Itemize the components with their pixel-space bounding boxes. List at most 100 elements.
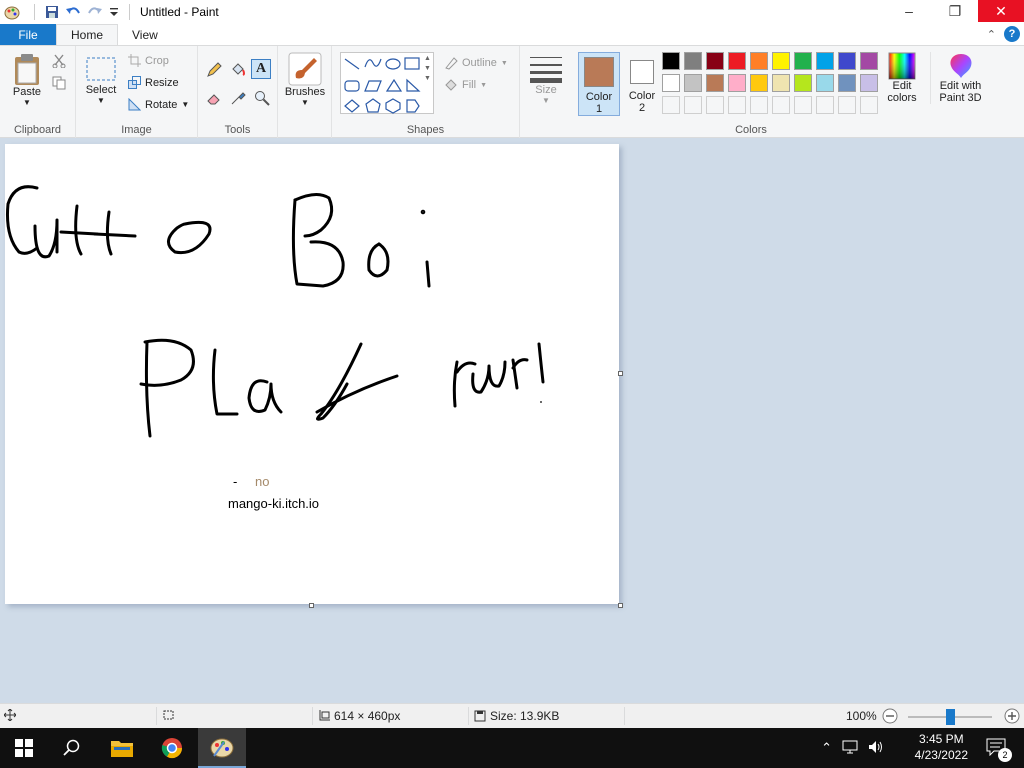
palette-custom-slot[interactable]: [750, 96, 768, 114]
palette-custom-slot[interactable]: [684, 96, 702, 114]
palette-color-swatch[interactable]: [794, 52, 812, 70]
fill-button[interactable]: Fill ▼: [444, 78, 487, 92]
canvas-dash-text: -: [233, 474, 238, 489]
brushes-button[interactable]: Brushes ▼: [284, 52, 326, 107]
palette-color-swatch[interactable]: [684, 52, 702, 70]
palette-color-swatch[interactable]: [838, 74, 856, 92]
search-icon: [63, 739, 80, 756]
zoom-in-button[interactable]: [1004, 708, 1020, 724]
fill-bucket-icon[interactable]: [230, 62, 246, 78]
show-hidden-icons[interactable]: ⌃: [821, 740, 832, 756]
network-icon[interactable]: [842, 740, 858, 754]
drawing-canvas[interactable]: - no mango-ki.itch.io: [5, 144, 619, 604]
palette-color-swatch[interactable]: [662, 52, 680, 70]
palette-color-swatch[interactable]: [684, 74, 702, 92]
pencil-icon[interactable]: [206, 62, 222, 78]
paint-app-icon[interactable]: [4, 4, 20, 20]
clock[interactable]: 3:45 PM 4/23/2022: [915, 731, 968, 763]
eraser-icon[interactable]: [206, 90, 222, 106]
magnifier-icon[interactable]: [254, 90, 270, 106]
palette-custom-slot[interactable]: [706, 96, 724, 114]
collapse-ribbon-icon[interactable]: ⌃: [987, 28, 996, 41]
palette-color-swatch[interactable]: [816, 52, 834, 70]
taskbar-paint[interactable]: [198, 728, 246, 768]
paint3d-label-bottom: Paint 3D: [939, 92, 982, 104]
help-icon[interactable]: ?: [1004, 26, 1020, 42]
save-icon[interactable]: [45, 5, 59, 19]
copy-icon[interactable]: [52, 76, 66, 90]
zoom-out-button[interactable]: [882, 708, 898, 724]
volume-icon[interactable]: [868, 740, 884, 754]
paste-button[interactable]: Paste ▼: [8, 52, 46, 107]
palette-color-swatch[interactable]: [772, 74, 790, 92]
customize-qat-icon[interactable]: [109, 5, 119, 19]
color-picker-icon[interactable]: [230, 90, 246, 106]
palette-custom-slot[interactable]: [860, 96, 878, 114]
edit-with-paint3d-button[interactable]: Edit with Paint 3D: [930, 52, 990, 104]
tab-home[interactable]: Home: [56, 24, 119, 45]
palette-color-swatch[interactable]: [772, 52, 790, 70]
search-button[interactable]: [48, 728, 96, 768]
edit-colors-button[interactable]: Edit colors: [880, 52, 924, 104]
palette-color-swatch[interactable]: [728, 52, 746, 70]
tab-view[interactable]: View: [118, 24, 172, 45]
palette-color-swatch[interactable]: [750, 74, 768, 92]
tab-file[interactable]: File: [0, 24, 56, 45]
palette-custom-slot[interactable]: [838, 96, 856, 114]
shapes-gallery[interactable]: [340, 52, 434, 114]
taskbar-chrome[interactable]: [148, 728, 196, 768]
color2-button[interactable]: Color 2: [622, 52, 662, 116]
palette-color-swatch[interactable]: [728, 74, 746, 92]
color2-label: Color 2: [622, 90, 662, 114]
palette-custom-slot[interactable]: [662, 96, 680, 114]
taskbar-file-explorer[interactable]: [98, 728, 146, 768]
hand-drawn-strokes: [6, 185, 545, 438]
palette-custom-slot[interactable]: [772, 96, 790, 114]
color1-label-top: Color: [585, 91, 613, 103]
color2-label-bottom: 2: [638, 102, 646, 114]
crop-button[interactable]: Crop: [128, 54, 169, 67]
action-center-button[interactable]: 2: [986, 738, 1012, 762]
palette-color-swatch[interactable]: [816, 74, 834, 92]
text-tool-icon[interactable]: A: [251, 59, 271, 79]
disk-icon: [474, 710, 486, 722]
zoom-slider-thumb[interactable]: [946, 709, 955, 725]
resize-handle-right[interactable]: [618, 371, 623, 376]
palette-color-swatch[interactable]: [706, 74, 724, 92]
maximize-button[interactable]: ❐: [932, 0, 978, 22]
palette-color-swatch[interactable]: [860, 52, 878, 70]
palette-color-swatch[interactable]: [662, 74, 680, 92]
palette-custom-slot[interactable]: [728, 96, 746, 114]
ribbon: Paste ▼ Clipboard Select ▼ Crop Resize R…: [0, 46, 1024, 138]
resize-label: Resize: [145, 76, 179, 89]
redo-icon[interactable]: [87, 5, 103, 19]
size-button[interactable]: Size ▼: [528, 54, 564, 105]
palette-color-swatch[interactable]: [860, 74, 878, 92]
rotate-button[interactable]: Rotate ▼: [128, 98, 189, 111]
size-group: Size ▼: [520, 46, 572, 138]
cut-icon[interactable]: [52, 54, 66, 68]
undo-icon[interactable]: [65, 5, 81, 19]
palette-color-swatch[interactable]: [794, 74, 812, 92]
select-button[interactable]: Select ▼: [82, 56, 120, 105]
color1-button[interactable]: Color 1: [578, 52, 620, 116]
palette-color-swatch[interactable]: [750, 52, 768, 70]
palette-custom-slot[interactable]: [794, 96, 812, 114]
palette-color-swatch[interactable]: [706, 52, 724, 70]
size-label: Size: [535, 84, 557, 96]
resize-handle-corner[interactable]: [618, 603, 623, 608]
start-button[interactable]: [0, 728, 48, 768]
palette-color-swatch[interactable]: [838, 52, 856, 70]
resize-handle-bottom[interactable]: [309, 603, 314, 608]
outline-button[interactable]: Outline ▼: [444, 56, 508, 70]
resize-button[interactable]: Resize: [128, 76, 179, 89]
paint3d-icon: [949, 54, 972, 78]
shapes-scroll[interactable]: ▲ ▼ ▼: [424, 54, 431, 84]
zoom-out-icon: [882, 708, 898, 724]
zoom-percent: 100%: [846, 709, 877, 723]
close-button[interactable]: ✕: [978, 0, 1024, 22]
minimize-button[interactable]: –: [886, 0, 932, 22]
canvas-url-text: mango-ki.itch.io: [228, 496, 320, 511]
fill-label: Fill: [462, 79, 477, 91]
palette-custom-slot[interactable]: [816, 96, 834, 114]
